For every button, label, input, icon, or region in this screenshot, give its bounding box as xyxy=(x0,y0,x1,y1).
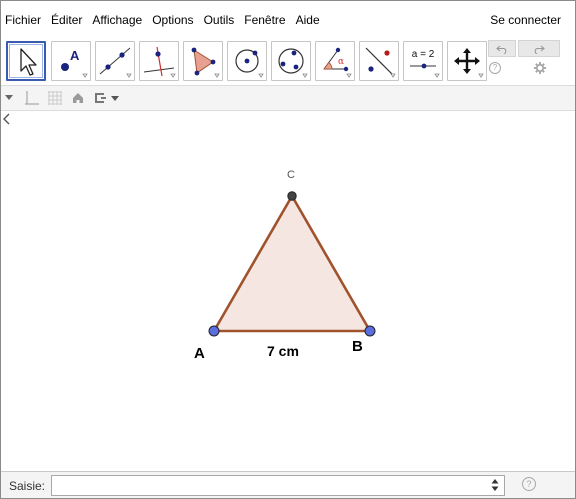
perpendicular-line-icon xyxy=(143,46,176,78)
undo-icon xyxy=(496,45,507,54)
point-capture-icon[interactable] xyxy=(92,89,122,107)
point-c[interactable] xyxy=(287,191,297,201)
point-c-label: C xyxy=(287,169,295,181)
menu-affichage[interactable]: Affichage xyxy=(87,1,147,39)
line-tool-button[interactable] xyxy=(95,41,135,81)
menu-fenetre[interactable]: Fenêtre xyxy=(239,1,290,39)
point-a-icon: A xyxy=(61,48,88,78)
input-field[interactable] xyxy=(51,475,505,496)
input-label: Saisie: xyxy=(9,479,46,493)
slider-tool-glyph: a = 2 xyxy=(412,49,435,60)
point-a-label: A xyxy=(194,345,205,362)
menu-bar: Fichier Éditer Affichage Options Outils … xyxy=(1,1,575,39)
input-history-arrows-icon[interactable] xyxy=(490,478,500,492)
line-through-points-icon xyxy=(99,47,132,78)
redo-icon xyxy=(534,45,545,54)
point-a[interactable] xyxy=(208,325,220,337)
reflect-line-icon xyxy=(365,47,396,78)
gear-icon[interactable] xyxy=(533,61,547,75)
input-help-icon[interactable]: ? xyxy=(522,477,536,491)
angle-icon: α xyxy=(323,47,352,78)
angle-tool-button[interactable]: α xyxy=(315,41,355,81)
geogebra-window: Fichier Éditer Affichage Options Outils … xyxy=(0,0,576,499)
toolbar: A α a = 2 ? xyxy=(1,39,575,83)
collapse-triangle-icon[interactable] xyxy=(4,89,14,107)
home-icon[interactable] xyxy=(71,89,85,107)
polygon-tool-button[interactable] xyxy=(183,41,223,81)
point-tool-button[interactable]: A xyxy=(51,41,91,81)
style-bar xyxy=(1,85,575,111)
toolbar-help-icon[interactable]: ? xyxy=(489,62,501,74)
angle-tool-glyph: α xyxy=(338,57,344,67)
redo-button[interactable] xyxy=(518,40,560,57)
move-tool-button[interactable] xyxy=(6,41,46,81)
menu-outils[interactable]: Outils xyxy=(199,1,240,39)
slider-icon: a = 2 xyxy=(410,49,440,78)
polygon-icon xyxy=(191,47,220,78)
circle-three-points-icon xyxy=(278,48,308,78)
arrow-pointer-icon xyxy=(20,48,37,76)
move-arrows-icon xyxy=(454,48,484,78)
circle-three-points-tool-button[interactable] xyxy=(271,41,311,81)
triangle-abc[interactable] xyxy=(212,194,372,333)
axes-toggle-icon[interactable] xyxy=(23,89,41,107)
chevron-left-icon[interactable] xyxy=(1,111,13,127)
login-link[interactable]: Se connecter xyxy=(490,1,575,39)
perpendicular-tool-button[interactable] xyxy=(139,41,179,81)
point-b[interactable] xyxy=(364,325,376,337)
graphics-view[interactable]: C A B 7 cm xyxy=(1,111,575,471)
move-view-tool-button[interactable] xyxy=(447,41,487,81)
menu-fichier[interactable]: Fichier xyxy=(1,1,46,39)
circle-center-point-icon xyxy=(235,49,264,78)
reflect-tool-button[interactable] xyxy=(359,41,399,81)
point-tool-glyph: A xyxy=(70,48,80,63)
undo-button[interactable] xyxy=(488,40,516,57)
menu-editer[interactable]: Éditer xyxy=(46,1,87,39)
segment-ab-length-label: 7 cm xyxy=(267,343,299,359)
menu-options[interactable]: Options xyxy=(147,1,198,39)
input-bar: Saisie: xyxy=(1,471,575,498)
menu-aide[interactable]: Aide xyxy=(291,1,325,39)
grid-toggle-icon[interactable] xyxy=(47,89,63,107)
point-b-label: B xyxy=(352,338,363,355)
circle-tool-button[interactable] xyxy=(227,41,267,81)
construction-canvas[interactable] xyxy=(1,111,575,471)
slider-tool-button[interactable]: a = 2 xyxy=(403,41,443,81)
